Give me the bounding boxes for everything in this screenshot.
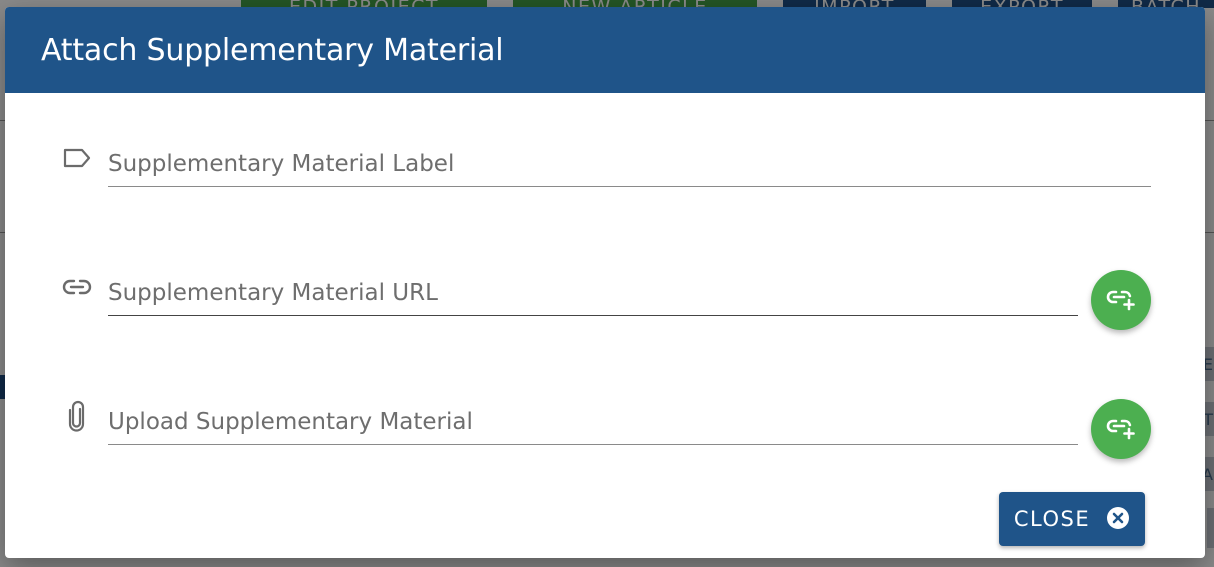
paperclip-icon [60, 399, 94, 433]
link-icon [60, 270, 94, 304]
close-button[interactable]: CLOSE [999, 492, 1145, 546]
dialog-title: Attach Supplementary Material [41, 32, 504, 68]
add-upload-button[interactable] [1091, 399, 1151, 459]
supplementary-label-input[interactable] [108, 141, 1151, 187]
supplementary-url-input[interactable] [108, 270, 1078, 316]
add-link-icon [1105, 287, 1137, 314]
add-link-icon [1105, 416, 1137, 443]
upload-supplementary-input[interactable] [108, 399, 1078, 445]
label-icon [60, 141, 94, 175]
add-url-button[interactable] [1091, 270, 1151, 330]
label-field-row [5, 141, 1205, 201]
close-circle-icon [1106, 506, 1130, 533]
url-field-row [5, 270, 1205, 330]
upload-field-row [5, 399, 1205, 459]
attach-supplementary-dialog: Attach Supplementary Material Supplement… [5, 7, 1205, 558]
dialog-header: Attach Supplementary Material [5, 7, 1205, 93]
close-button-label: CLOSE [1013, 507, 1091, 531]
